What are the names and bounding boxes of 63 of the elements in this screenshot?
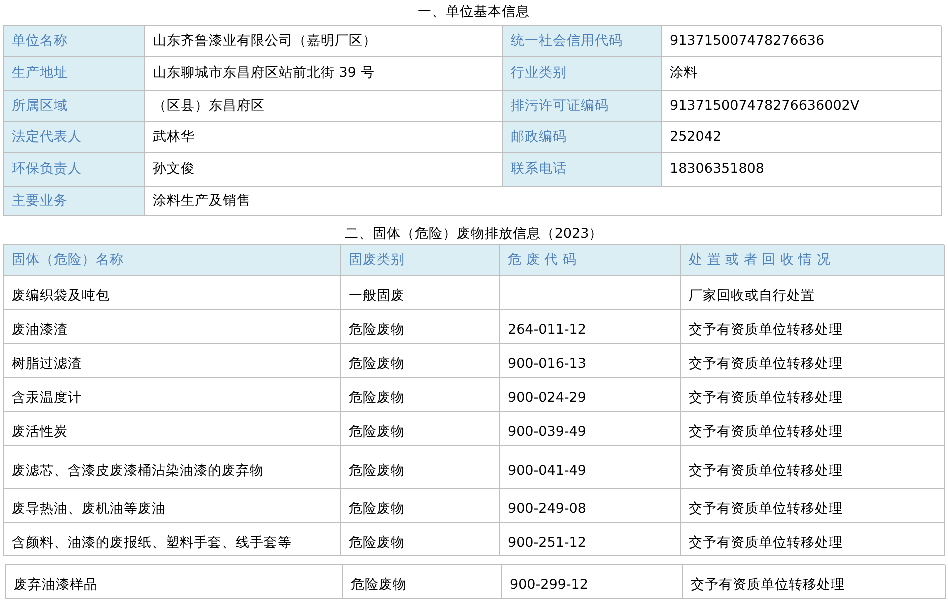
table-cell: 交予有资质单位转移处理: [681, 344, 945, 378]
table-cell: 900-041-49: [500, 446, 681, 489]
table-cell: 废弃油漆样品: [6, 565, 343, 599]
field-value: 18306351808: [662, 153, 942, 187]
table-cell: 废活性炭: [4, 412, 341, 446]
section-title: 二、固体（危险）废物排放信息（2023）: [344, 224, 604, 244]
field-label: 主要业务: [4, 187, 145, 216]
table-cell: 900-299-12: [502, 565, 683, 599]
column-header: 固废类别: [341, 245, 500, 276]
table-cell: 交予有资质单位转移处理: [681, 310, 945, 344]
table-cell: 废编织袋及吨包: [4, 276, 341, 310]
section-title: 一、单位基本信息: [418, 3, 530, 22]
field-value: 山东齐鲁漆业有限公司（嘉明厂区）: [145, 26, 503, 57]
column-header: 处 置 或 者 回 收 情 况: [681, 245, 945, 276]
table-cell: 900-016-13: [500, 344, 681, 378]
table-cell: 危险废物: [341, 446, 500, 489]
table-cell: 废油漆渣: [4, 310, 341, 344]
table-cell: 900-024-29: [500, 378, 681, 412]
table-cell: 危险废物: [341, 489, 500, 523]
table-cell: 交予有资质单位转移处理: [681, 378, 945, 412]
field-label: 单位名称: [4, 26, 145, 57]
field-value: 913715007478276636002V: [662, 91, 942, 122]
column-header: 固体（危险）名称: [4, 245, 341, 276]
table-cell: 含颜料、油漆的废报纸、塑料手套、线手套等: [4, 523, 341, 556]
table-cell: 交予有资质单位转移处理: [681, 489, 945, 523]
field-value: 武林华: [145, 122, 503, 153]
field-value: 孙文俊: [145, 153, 503, 187]
table-cell: 交予有资质单位转移处理: [681, 446, 945, 489]
field-label: 所属区域: [4, 91, 145, 122]
table-cell: 树脂过滤渣: [4, 344, 341, 378]
table-cell: 900-039-49: [500, 412, 681, 446]
table-cell: 900-249-08: [500, 489, 681, 523]
table-cell: 危险废物: [341, 523, 500, 556]
field-label: 生产地址: [4, 57, 145, 91]
field-label: 环保负责人: [4, 153, 145, 187]
table-cell: 危险废物: [341, 310, 500, 344]
field-value: 山东聊城市东昌府区站前北街 39 号: [145, 57, 503, 91]
table-cell: 264-011-12: [500, 310, 681, 344]
field-label: 联系电话: [503, 153, 662, 187]
table-cell: 危险废物: [341, 412, 500, 446]
table-cell: 交予有资质单位转移处理: [681, 412, 945, 446]
field-label: 行业类别: [503, 57, 662, 91]
field-value: 涂料: [662, 57, 942, 91]
table-cell: 废滤芯、含漆皮废漆桶沾染油漆的废弃物: [4, 446, 341, 489]
field-label: 排污许可证编码: [503, 91, 662, 122]
table-cell: 900-251-12: [500, 523, 681, 556]
field-value: 252042: [662, 122, 942, 153]
table-cell: 交予有资质单位转移处理: [683, 565, 946, 599]
table-cell: 废导热油、废机油等废油: [4, 489, 341, 523]
field-label: 法定代表人: [4, 122, 145, 153]
field-value: 涂料生产及销售: [145, 187, 942, 216]
field-value: （区县）东昌府区: [145, 91, 503, 122]
table-cell: 含汞温度计: [4, 378, 341, 412]
table-cell: 一般固废: [341, 276, 500, 310]
table-cell: 危险废物: [343, 565, 502, 599]
column-header: 危 废 代 码: [500, 245, 681, 276]
field-label: 统一社会信用代码: [503, 26, 662, 57]
field-label: 邮政编码: [503, 122, 662, 153]
field-value: 913715007478276636: [662, 26, 942, 57]
table-cell: 危险废物: [341, 344, 500, 378]
table-cell: 交予有资质单位转移处理: [681, 523, 945, 556]
table-cell: 危险废物: [341, 378, 500, 412]
table-cell: 厂家回收或自行处置: [681, 276, 945, 310]
